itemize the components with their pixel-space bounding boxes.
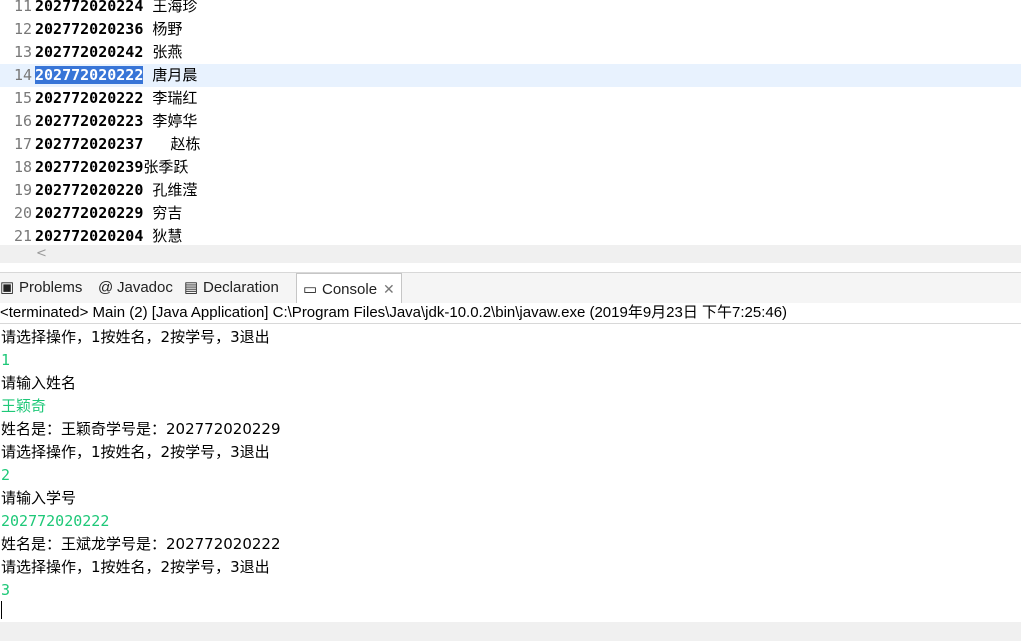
line-code[interactable]: 202772020242 张燕: [35, 41, 182, 64]
student-name: 孔维滢: [143, 181, 198, 199]
editor-line[interactable]: 21 202772020204 狄慧: [0, 225, 1021, 245]
line-code[interactable]: 202772020223 李婷华: [35, 110, 197, 133]
student-id: 202772020239: [35, 158, 144, 176]
line-code[interactable]: 202772020229 穷吉: [35, 202, 182, 225]
tab-label: Problems: [19, 279, 83, 296]
console-horizontal-scrollbar[interactable]: [0, 622, 1021, 641]
tab-label: Javadoc: [117, 279, 173, 296]
line-code[interactable]: 202772020224 王海珍: [35, 0, 197, 18]
editor-line[interactable]: 16 202772020223 李婷华: [0, 110, 1021, 133]
student-name: 穷吉: [143, 204, 183, 222]
line-number: 11: [13, 0, 32, 15]
student-id: 202772020223: [35, 112, 144, 130]
line-number: 21: [13, 227, 32, 245]
line-number: 16: [13, 112, 32, 130]
editor-line[interactable]: 20 202772020229 穷吉: [0, 202, 1021, 225]
student-name: 张燕: [143, 43, 183, 61]
editor-line[interactable]: 12 202772020236 杨野: [0, 18, 1021, 41]
console-input-line: 2: [1, 466, 11, 484]
line-number: 12: [13, 20, 32, 38]
console-input-line: 王颖奇: [1, 397, 47, 415]
declaration-icon: ▤: [184, 279, 199, 296]
console-input-line: 202772020222: [1, 512, 110, 530]
editor-line[interactable]: 18 202772020239张季跃: [0, 156, 1021, 179]
line-code[interactable]: 202772020220 孔维滢: [35, 179, 197, 202]
console-input-line: 1: [1, 351, 11, 369]
tab-javadoc[interactable]: @ Javadoc: [98, 273, 173, 303]
scroll-left-arrow-icon[interactable]: <: [36, 246, 47, 261]
editor-line[interactable]: 17 202772020237 赵栋: [0, 133, 1021, 156]
student-name: 王海珍: [143, 0, 198, 15]
selected-student-id: 202772020222: [35, 66, 144, 84]
student-name: 狄慧: [143, 227, 183, 245]
console-output-line: 请选择操作，1按姓名，2按学号，3退出: [1, 558, 270, 576]
console-output-line: 姓名是：王颖奇学号是：202772020229: [1, 420, 281, 438]
line-number: 15: [13, 89, 32, 107]
line-code[interactable]: 202772020236 杨野: [35, 18, 182, 41]
console-output-line: 请输入姓名: [1, 374, 77, 392]
tab-label: Declaration: [203, 279, 279, 296]
code-editor[interactable]: 11 202772020224 王海珍 12 202772020236 杨野 13 202…: [0, 0, 1021, 245]
editor-horizontal-scrollbar[interactable]: <: [0, 245, 1021, 263]
student-name: 赵栋: [143, 135, 201, 153]
student-id: 202772020237: [35, 135, 144, 153]
line-code[interactable]: 202772020222 唐月晨: [35, 64, 197, 87]
line-code[interactable]: 202772020204 狄慧: [35, 225, 182, 245]
line-code[interactable]: 202772020222 李瑞红: [35, 87, 197, 110]
close-tab-icon[interactable]: ✕: [383, 281, 395, 297]
student-id: 202772020220: [35, 181, 144, 199]
student-id: 202772020224: [35, 0, 144, 15]
console-input-line: 3: [1, 581, 11, 599]
student-id: 202772020236: [35, 20, 144, 38]
line-number: 17: [13, 135, 32, 153]
tab-label: Console: [322, 281, 378, 298]
line-number: 20: [13, 204, 32, 222]
line-number: 18: [13, 158, 32, 176]
console-launch-info: <terminated> Main (2) [Java Application]…: [0, 303, 1021, 324]
line-number: 14: [13, 66, 32, 84]
tab-problems[interactable]: ▣ Problems: [0, 273, 82, 303]
javadoc-icon: @: [98, 279, 114, 296]
tab-declaration[interactable]: ▤ Declaration: [184, 273, 279, 303]
console-output-line: 请输入学号: [1, 489, 77, 507]
console-output-line: 请选择操作，1按姓名，2按学号，3退出: [1, 328, 270, 346]
tab-console[interactable]: ▭ Console ✕: [296, 273, 402, 304]
editor-line[interactable]: 14 202772020222 唐月晨: [0, 64, 1021, 87]
problems-icon: ▣: [0, 279, 15, 296]
student-id: 202772020204: [35, 227, 144, 245]
line-code[interactable]: 202772020239张季跃: [35, 156, 188, 179]
editor-line[interactable]: 19 202772020220 孔维滢: [0, 179, 1021, 202]
student-name: 李瑞红: [143, 89, 198, 107]
student-id: 202772020229: [35, 204, 144, 222]
editor-line[interactable]: 15 202772020222 李瑞红: [0, 87, 1021, 110]
student-name: 李婷华: [143, 112, 198, 130]
console-icon: ▭: [303, 281, 318, 298]
student-name: 杨野: [143, 20, 183, 38]
student-id: 202772020222: [35, 89, 144, 107]
editor-line[interactable]: 11 202772020224 王海珍: [0, 0, 1021, 18]
editor-line[interactable]: 13 202772020242 张燕: [0, 41, 1021, 64]
text-cursor: [1, 601, 2, 619]
student-name: 张季跃: [143, 158, 189, 176]
console-output-line: 请选择操作，1按姓名，2按学号，3退出: [1, 443, 270, 461]
line-number: 13: [13, 43, 32, 61]
line-code[interactable]: 202772020237 赵栋: [35, 133, 200, 156]
student-name: 唐月晨: [143, 66, 198, 84]
line-number: 19: [13, 181, 32, 199]
student-id: 202772020242: [35, 43, 144, 61]
console-output-line: 姓名是：王斌龙学号是：202772020222: [1, 535, 281, 553]
view-tab-bar: ▣ Problems @ Javadoc ▤ Declaration ▭ Console ✕: [0, 272, 1021, 304]
console-output[interactable]: 请选择操作，1按姓名，2按学号，3退出 1 请输入姓名王颖奇姓名是：王颖奇学号是：2…: [0, 326, 1021, 622]
